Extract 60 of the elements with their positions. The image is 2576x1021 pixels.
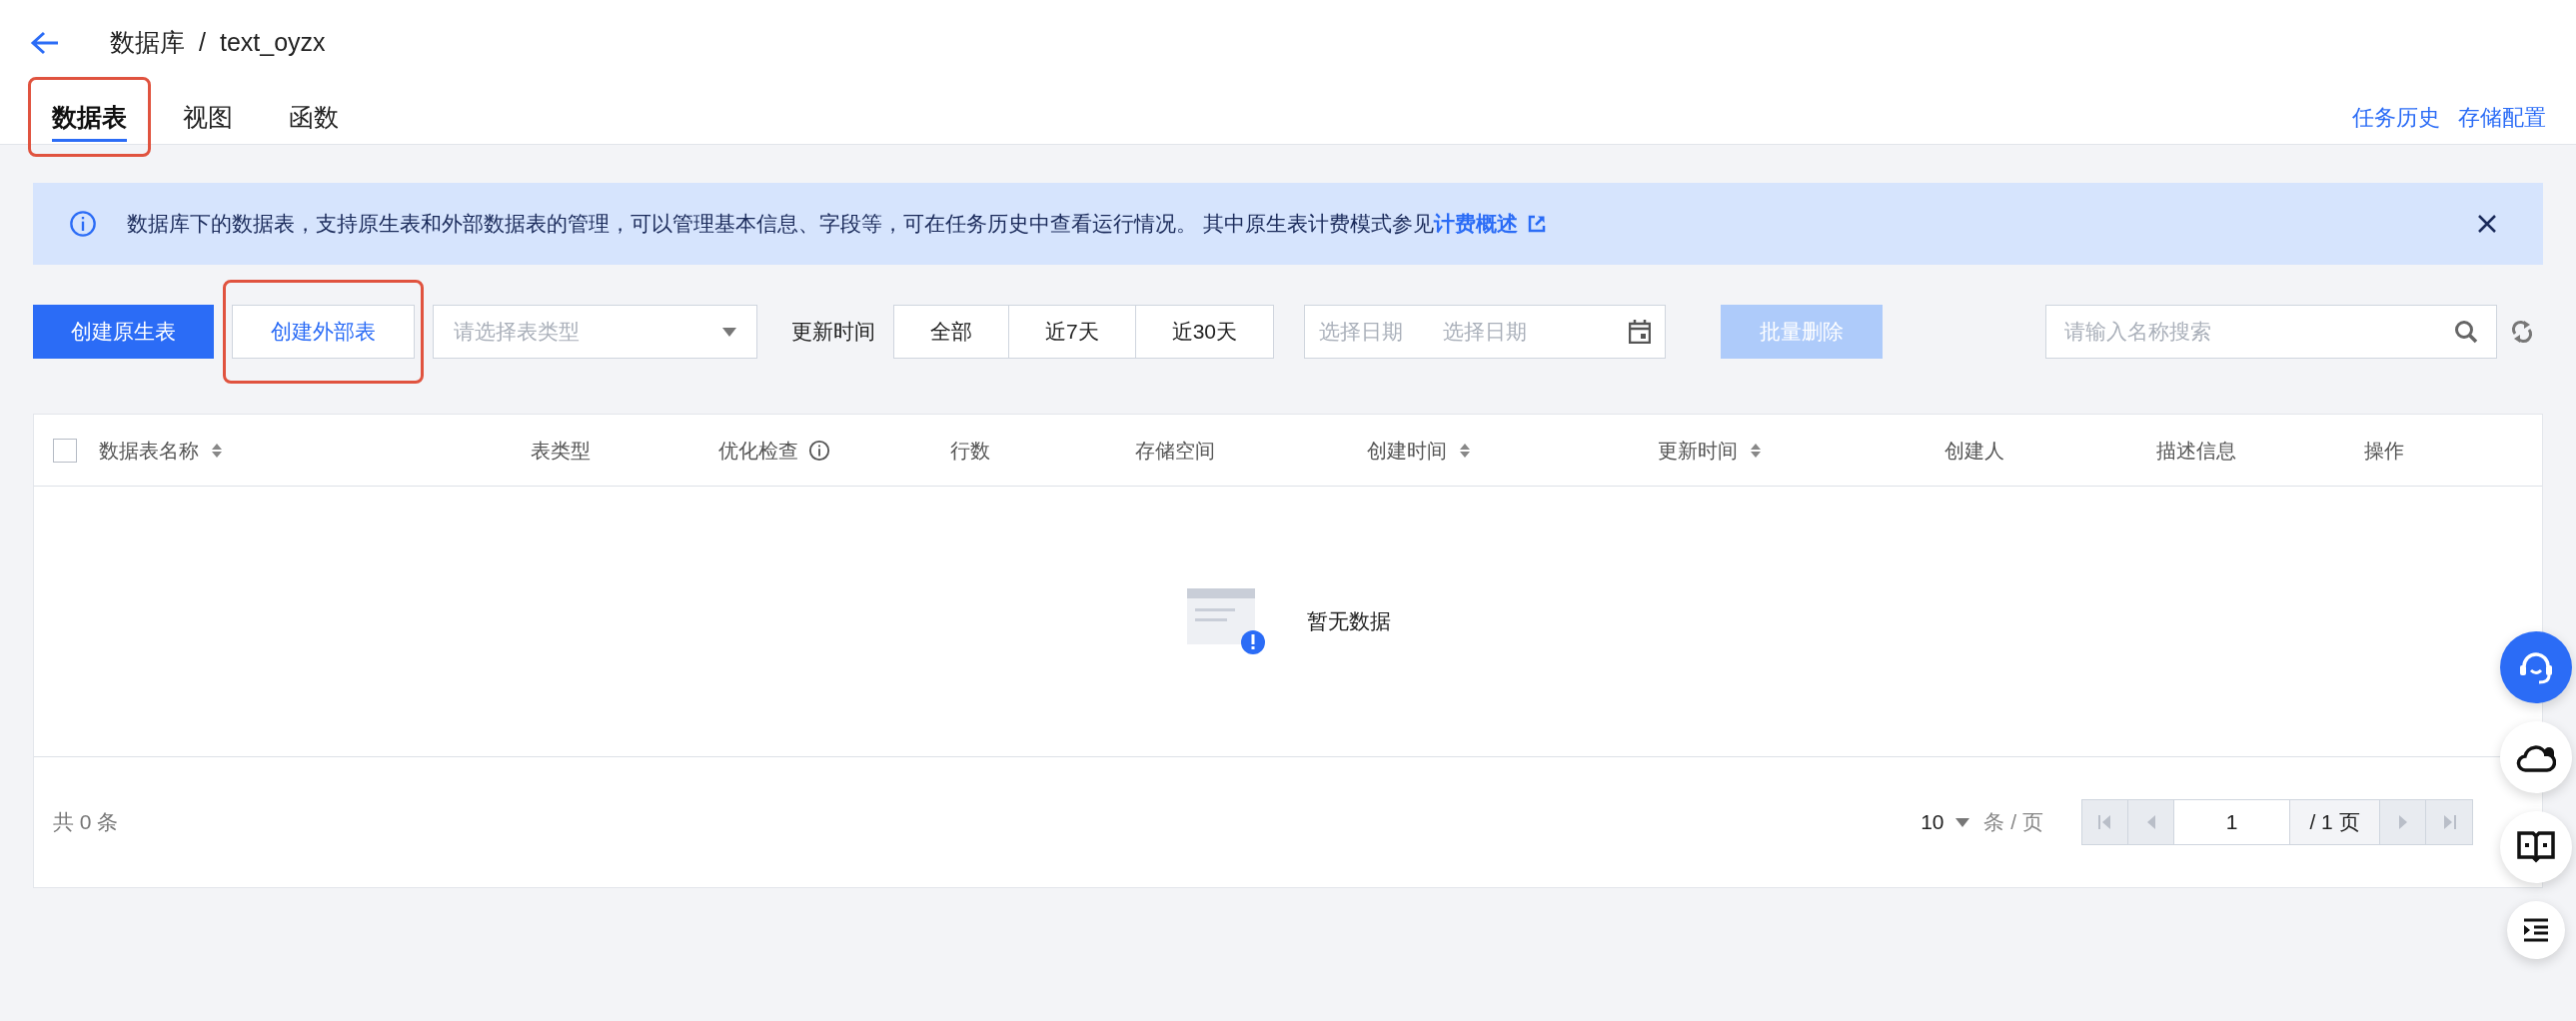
close-icon[interactable] — [2477, 214, 2497, 234]
back-arrow-icon[interactable] — [30, 29, 60, 56]
indent-list-icon — [2522, 918, 2550, 942]
start-date-placeholder: 选择日期 — [1319, 319, 1404, 346]
tab[interactable]: 数据表 — [52, 96, 127, 142]
caret-icon — [1955, 817, 1970, 827]
tab[interactable]: 视图 — [183, 96, 233, 142]
header-link[interactable]: 任务历史 — [2352, 101, 2440, 134]
page-size-unit: 条 / 页 — [1983, 809, 2043, 836]
page-size-value: 10 — [1921, 809, 1944, 836]
outline-button[interactable] — [2507, 901, 2565, 959]
column-header[interactable]: 创建人 — [1944, 435, 2004, 466]
column-header[interactable]: 更新时间 — [1658, 435, 1762, 466]
triangle-right-icon — [2442, 814, 2454, 830]
empty-data-icon — [1185, 586, 1267, 656]
caret-icon — [722, 327, 736, 337]
empty-text: 暂无数据 — [1307, 608, 1391, 635]
select-placeholder: 请选择表类型 — [454, 319, 580, 346]
sort-icon[interactable] — [1459, 442, 1471, 459]
cloud-alert-button[interactable] — [2500, 721, 2572, 793]
external-link-icon[interactable] — [1527, 215, 1546, 234]
triangle-right-icon — [2396, 814, 2409, 830]
column-header[interactable]: 存储空间 — [1135, 435, 1215, 466]
header-link[interactable]: 存储配置 — [2458, 101, 2546, 134]
breadcrumb-item: text_oyzx — [219, 26, 326, 58]
secondary-button[interactable]: 创建外部表 — [232, 305, 415, 359]
time-option[interactable]: 近7天 — [1008, 305, 1136, 359]
time-option[interactable]: 全部 — [893, 305, 1009, 359]
filter-label: 更新时间 — [791, 319, 875, 346]
search-placeholder: 请输入名称搜索 — [2064, 319, 2212, 346]
tab[interactable]: 函数 — [289, 96, 339, 142]
column-header[interactable]: 表类型 — [531, 435, 591, 466]
column-header[interactable]: 优化检查 — [718, 435, 830, 466]
time-option[interactable]: 近30天 — [1134, 305, 1275, 359]
page-size-select[interactable]: 10 — [1921, 806, 1970, 838]
refresh-icon[interactable] — [2511, 320, 2533, 344]
notice-text: 数据库下的数据表，支持原生表和外部数据表的管理，可以管理基本信息、字段等，可在任务历史中查看运行情况。 其中原生表计费模式参见计费概述 — [127, 208, 2477, 240]
book-icon — [2517, 831, 2555, 863]
end-date-placeholder: 选择日期 — [1443, 319, 1528, 346]
select-all-checkbox[interactable] — [53, 438, 77, 463]
info-icon — [69, 210, 97, 238]
sort-icon[interactable] — [1750, 442, 1762, 459]
search-icon[interactable] — [2454, 320, 2478, 344]
column-header[interactable]: 创建时间 — [1367, 435, 1471, 466]
page-total: / 1 页 — [2290, 800, 2380, 844]
column-header[interactable]: 操作 — [2364, 435, 2404, 466]
info-icon — [808, 439, 830, 462]
calendar-icon — [1629, 320, 1652, 344]
page-number: 1 — [2225, 809, 2238, 836]
total-count: 共 0 条 — [53, 809, 119, 836]
create-button[interactable]: 创建原生表 — [33, 305, 214, 359]
breadcrumb-separator: / — [199, 26, 206, 58]
breadcrumb-item[interactable]: 数据库 — [110, 23, 185, 62]
support-button[interactable] — [2500, 631, 2572, 703]
column-header[interactable]: 描述信息 — [2156, 435, 2236, 466]
docs-button[interactable] — [2500, 811, 2572, 883]
column-header[interactable]: 行数 — [950, 435, 990, 466]
column-header[interactable]: 数据表名称 — [99, 435, 223, 466]
billing-link[interactable]: 计费概述 — [1433, 212, 1518, 236]
sort-icon[interactable] — [211, 442, 223, 459]
